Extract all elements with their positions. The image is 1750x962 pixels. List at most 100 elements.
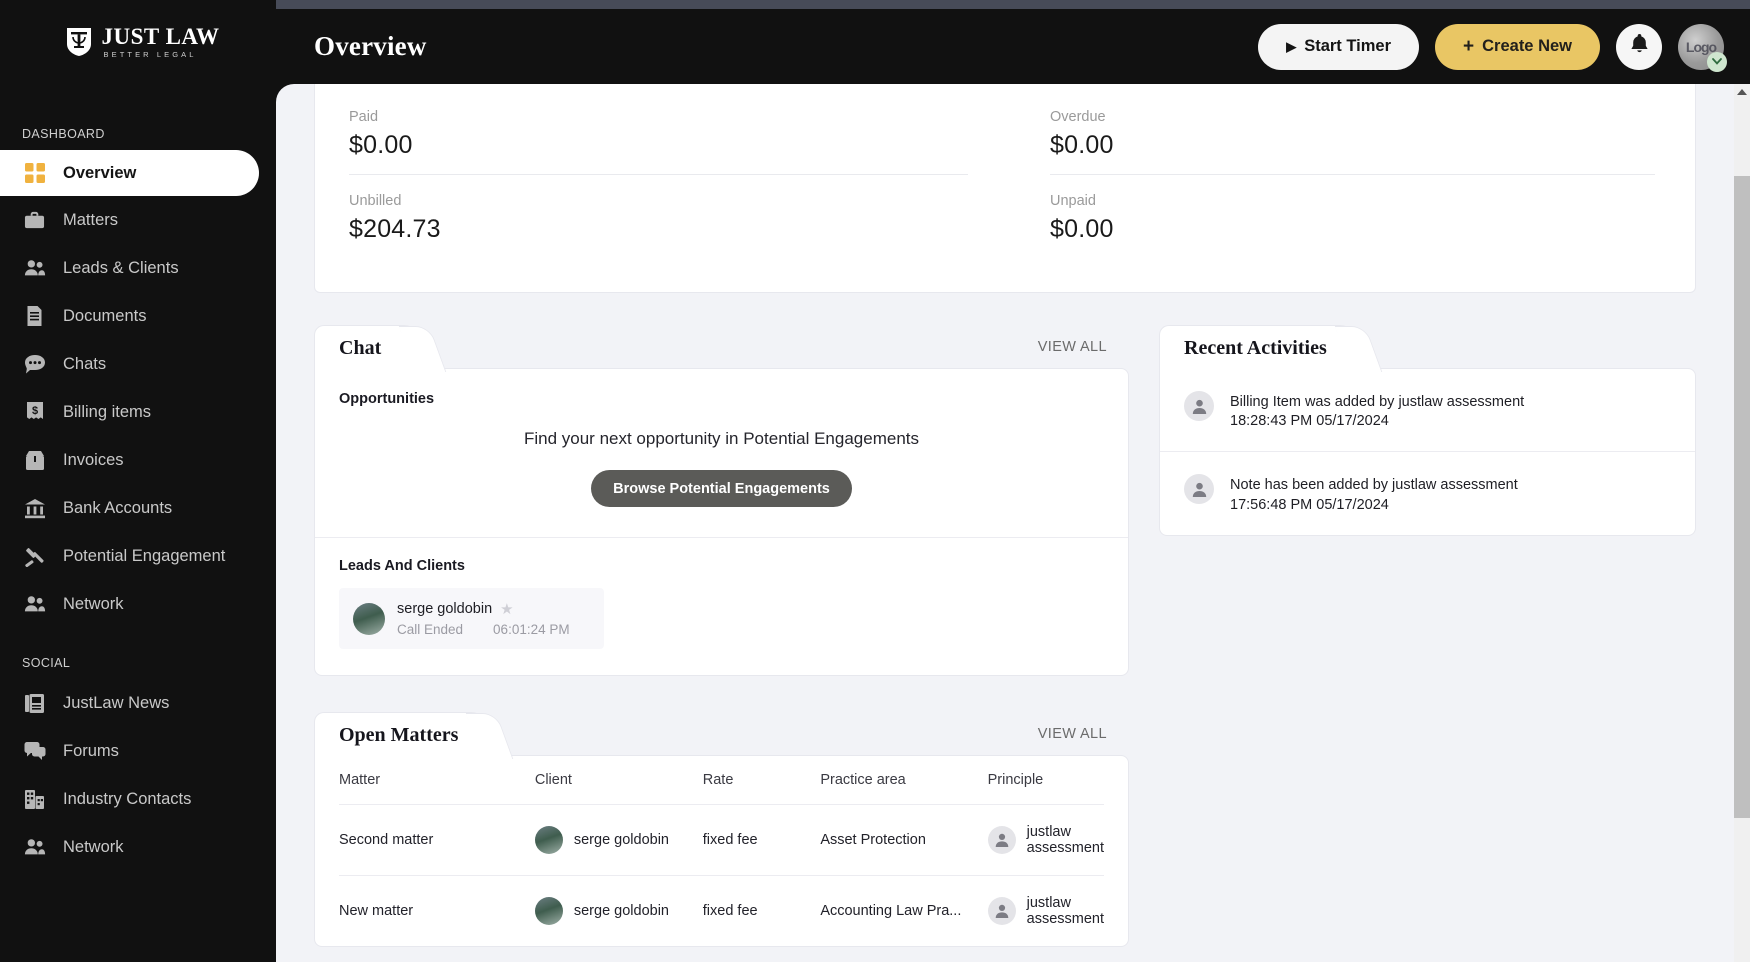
activity-time: 18:28:43 PM 05/17/2024 bbox=[1230, 413, 1389, 430]
table-row[interactable]: Second matter serge goldobin fixed fee A… bbox=[339, 804, 1105, 876]
brand-logo[interactable]: JUST LAW BETTER LEGAL bbox=[0, 0, 276, 84]
sidebar-item-label: Matters bbox=[63, 210, 119, 229]
list-item[interactable]: Note has been added by justlaw assessmen… bbox=[1160, 451, 1695, 534]
avatar bbox=[534, 897, 563, 925]
brand-tagline: BETTER LEGAL bbox=[103, 50, 197, 60]
sidebar-item-label: Network bbox=[63, 837, 124, 856]
opportunities-section: Opportunities Find your next opportunity… bbox=[315, 369, 1128, 538]
principle-name: justlaw assessment bbox=[1026, 824, 1105, 856]
sidebar-item-leads-clients[interactable]: Leads & Clients bbox=[0, 244, 276, 292]
finance-paid-block: Paid $0.00 bbox=[349, 109, 968, 175]
scroll-up-arrow-icon[interactable] bbox=[1737, 89, 1747, 95]
cell-rate: fixed fee bbox=[702, 903, 758, 919]
sidebar-item-label: Chats bbox=[63, 354, 107, 373]
cell-rate: fixed fee bbox=[702, 804, 821, 876]
start-timer-button[interactable]: ▶ Start Timer bbox=[1258, 23, 1420, 70]
sidebar-item-overview[interactable]: Overview bbox=[0, 150, 259, 196]
finance-unpaid-block: Unpaid $0.00 bbox=[1050, 193, 1655, 258]
forum-icon bbox=[22, 739, 47, 764]
sidebar-item-label: Potential Engagement bbox=[63, 546, 226, 565]
tab-recent-activities[interactable]: Recent Activities bbox=[1159, 325, 1358, 370]
tab-open-matters[interactable]: Open Matters bbox=[314, 712, 490, 757]
paid-label: Paid bbox=[349, 109, 379, 125]
sidebar: JUST LAW BETTER LEGAL DASHBOARD Overview… bbox=[0, 0, 276, 962]
paid-value: $0.00 bbox=[349, 131, 413, 159]
client-name: serge goldobin bbox=[573, 832, 669, 848]
matters-view-all-link[interactable]: VIEW ALL bbox=[1038, 726, 1107, 742]
chat-view-all-link[interactable]: VIEW ALL bbox=[1038, 339, 1107, 355]
cell-practice-area: Asset Protection bbox=[820, 804, 988, 876]
unbilled-label: Unbilled bbox=[349, 193, 402, 209]
open-matters-table: Matter Client Rate Practice area Princip… bbox=[339, 756, 1104, 946]
start-timer-label: Start Timer bbox=[1304, 37, 1392, 55]
lead-status: Call Ended bbox=[397, 622, 464, 637]
opportunity-message: Find your next opportunity in Potential … bbox=[523, 429, 920, 448]
page-title: Overview bbox=[314, 31, 427, 61]
sidebar-item-label: JustLaw News bbox=[63, 693, 170, 712]
sidebar-item-label: Documents bbox=[63, 306, 147, 325]
create-new-button[interactable]: + Create New bbox=[1435, 23, 1600, 70]
sidebar-item-forums[interactable]: Forums bbox=[0, 727, 276, 775]
sidebar-item-bank-accounts[interactable]: Bank Accounts bbox=[0, 484, 276, 532]
lead-item[interactable]: serge goldobin ★ Call Ended 06:01:24 PM bbox=[339, 588, 604, 649]
browse-potential-engagements-button[interactable]: Browse Potential Engagements bbox=[591, 470, 852, 507]
sidebar-item-billing-items[interactable]: $ Billing items bbox=[0, 388, 276, 436]
people-icon bbox=[22, 256, 47, 281]
tab-chat[interactable]: Chat bbox=[314, 325, 422, 370]
newspaper-icon bbox=[22, 691, 47, 716]
client-name: serge goldobin bbox=[573, 903, 669, 919]
table-row[interactable]: New matter serge goldobin fixed fee Acco… bbox=[339, 876, 1104, 947]
browse-button-wrap: Browse Potential Engagements bbox=[339, 470, 1104, 507]
cell-client: serge goldobin bbox=[534, 876, 703, 947]
sidebar-item-documents[interactable]: Documents bbox=[0, 292, 276, 340]
lead-time: 06:01:24 PM bbox=[493, 622, 570, 637]
sidebar-item-chats[interactable]: Chats bbox=[0, 340, 276, 388]
open-matters-card: Open Matters VIEW ALL Matter Client Rate… bbox=[314, 712, 1129, 947]
chevron-down-icon[interactable] bbox=[1707, 51, 1727, 72]
activities-card-tab-head: Recent Activities bbox=[1159, 325, 1696, 370]
building-icon bbox=[22, 787, 47, 812]
sidebar-item-potential-engagement[interactable]: Potential Engagement bbox=[0, 532, 276, 580]
activity-time: 17:56:48 PM 05/17/2024 bbox=[1230, 496, 1389, 513]
sidebar-item-label: Overview bbox=[63, 163, 137, 182]
sidebar-item-label: Invoices bbox=[63, 450, 124, 469]
receipt-dollar-icon: $ bbox=[22, 400, 47, 425]
unbilled-value: $204.73 bbox=[349, 215, 441, 243]
shield-pillar-icon bbox=[65, 26, 93, 58]
sidebar-item-network-social[interactable]: Network bbox=[0, 823, 276, 871]
avatar bbox=[353, 602, 385, 635]
user-avatar[interactable]: Logo bbox=[1678, 23, 1727, 72]
chat-card-body: Opportunities Find your next opportunity… bbox=[314, 368, 1129, 676]
open-matters-tab-head: Open Matters VIEW ALL bbox=[314, 712, 1129, 757]
notifications-button[interactable] bbox=[1616, 23, 1662, 70]
sidebar-item-industry-contacts[interactable]: Industry Contacts bbox=[0, 775, 276, 823]
avatar bbox=[534, 826, 563, 854]
chat-card-title: Chat bbox=[339, 336, 382, 359]
vertical-scrollbar-thumb[interactable] bbox=[1734, 176, 1750, 818]
sidebar-item-invoices[interactable]: Invoices bbox=[0, 436, 276, 484]
sidebar-item-label: Bank Accounts bbox=[63, 498, 173, 517]
star-icon[interactable]: ★ bbox=[500, 600, 513, 618]
sidebar-item-label: Forums bbox=[63, 741, 119, 760]
person-icon bbox=[987, 826, 1016, 854]
sidebar-item-network[interactable]: Network bbox=[0, 580, 276, 628]
people-icon bbox=[22, 835, 47, 860]
recent-activities-card: Recent Activities Billing Item was added… bbox=[1159, 325, 1696, 536]
sidebar-item-label: Network bbox=[63, 594, 124, 613]
finance-summary-card: Paid $0.00 Unbilled $204.73 Overdue $0.0… bbox=[314, 84, 1696, 293]
list-item[interactable]: Billing Item was added by justlaw assess… bbox=[1160, 369, 1695, 451]
app-root: JUST LAW BETTER LEGAL DASHBOARD Overview… bbox=[0, 0, 1750, 962]
chat-bubble-icon bbox=[22, 352, 47, 377]
chat-card-tab-head: Chat VIEW ALL bbox=[314, 325, 1129, 370]
invoice-icon bbox=[22, 448, 47, 473]
finance-overdue-block: Overdue $0.00 bbox=[1050, 109, 1655, 175]
sidebar-item-justlaw-news[interactable]: JustLaw News bbox=[0, 679, 276, 727]
cell-matter: Second matter bbox=[339, 804, 535, 876]
column-header-practice-area: Practice area bbox=[820, 756, 988, 805]
sidebar-item-matters[interactable]: Matters bbox=[0, 196, 276, 244]
sidebar-section-dashboard-label: DASHBOARD bbox=[22, 127, 105, 141]
bell-icon bbox=[1629, 33, 1650, 60]
gavel-icon bbox=[22, 544, 47, 569]
plus-icon: + bbox=[1463, 35, 1475, 57]
person-icon bbox=[1184, 474, 1214, 505]
